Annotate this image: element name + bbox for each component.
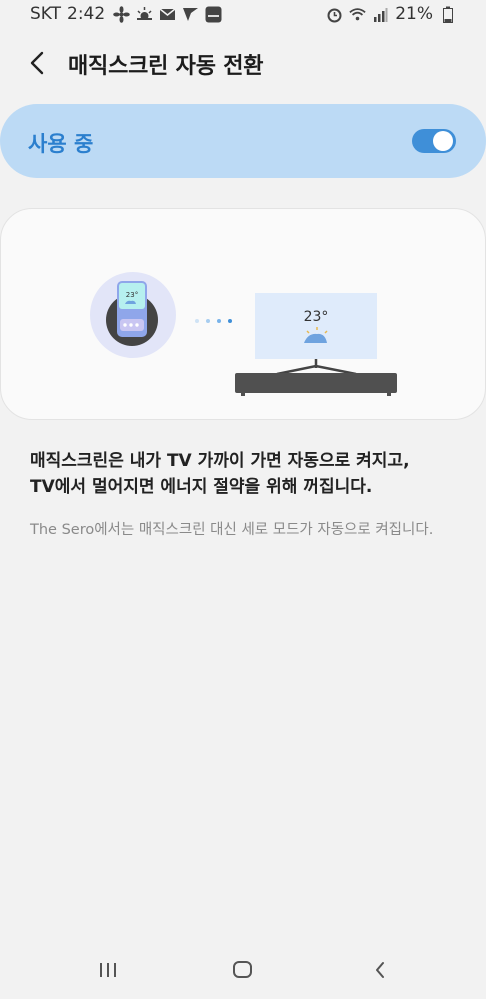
nav-back-button[interactable] xyxy=(362,956,398,984)
app-bar: 매직스크린 자동 전환 xyxy=(0,40,486,86)
battery-label: 21% xyxy=(395,4,433,24)
navigation-bar xyxy=(0,948,486,994)
wifi-icon xyxy=(349,6,366,23)
sero-note: The Sero에서는 매직스크린 대신 세로 모드가 자동으로 켜집니다. xyxy=(30,522,434,538)
toggle-label: 사용 중 xyxy=(28,132,94,156)
carrier-label: SKT xyxy=(30,4,62,24)
home-icon xyxy=(233,961,252,978)
fan-icon xyxy=(113,5,131,23)
phone-temp: 23° xyxy=(126,291,138,299)
switch-knob xyxy=(433,131,453,151)
page-title: 매직스크린 자동 전환 xyxy=(68,54,264,79)
back-button[interactable] xyxy=(22,48,52,78)
tv-temp: 23° xyxy=(304,309,329,325)
master-toggle-card[interactable]: 사용 중 xyxy=(0,104,486,178)
illustration-card: 23° 23° xyxy=(0,208,486,420)
recent-apps-icon xyxy=(100,963,116,977)
weather-icon xyxy=(136,6,153,23)
connection-dots xyxy=(195,319,232,323)
description: 매직스크린은 내가 TV 가까이 가면 자동으로 켜지고, TV에서 멀어지면 … xyxy=(30,448,460,500)
global-app-icon xyxy=(205,6,222,23)
description-line-2: TV에서 멀어지면 에너지 절약을 위해 꺼집니다. xyxy=(30,477,373,497)
signal-icon xyxy=(372,6,389,23)
home-button[interactable] xyxy=(225,956,261,984)
recent-apps-button[interactable] xyxy=(90,956,126,984)
status-left: SKT 2:42 xyxy=(30,4,222,24)
phone-icon xyxy=(117,281,147,337)
time-label: 2:42 xyxy=(67,4,106,24)
mail-icon xyxy=(159,6,176,23)
status-right: 21% xyxy=(326,4,456,24)
magic-screen-illustration: 23° 23° xyxy=(90,272,397,396)
toggle-switch[interactable] xyxy=(412,129,456,153)
description-line-1: 매직스크린은 내가 TV 가까이 가면 자동으로 켜지고, xyxy=(30,451,410,471)
status-bar: SKT 2:42 21% xyxy=(0,0,486,30)
notification-icons xyxy=(113,5,222,23)
back-icon xyxy=(376,962,384,978)
chevron-left-icon xyxy=(30,51,44,75)
alarm-icon xyxy=(326,6,343,23)
app-icon xyxy=(182,6,199,23)
battery-icon xyxy=(439,6,456,23)
